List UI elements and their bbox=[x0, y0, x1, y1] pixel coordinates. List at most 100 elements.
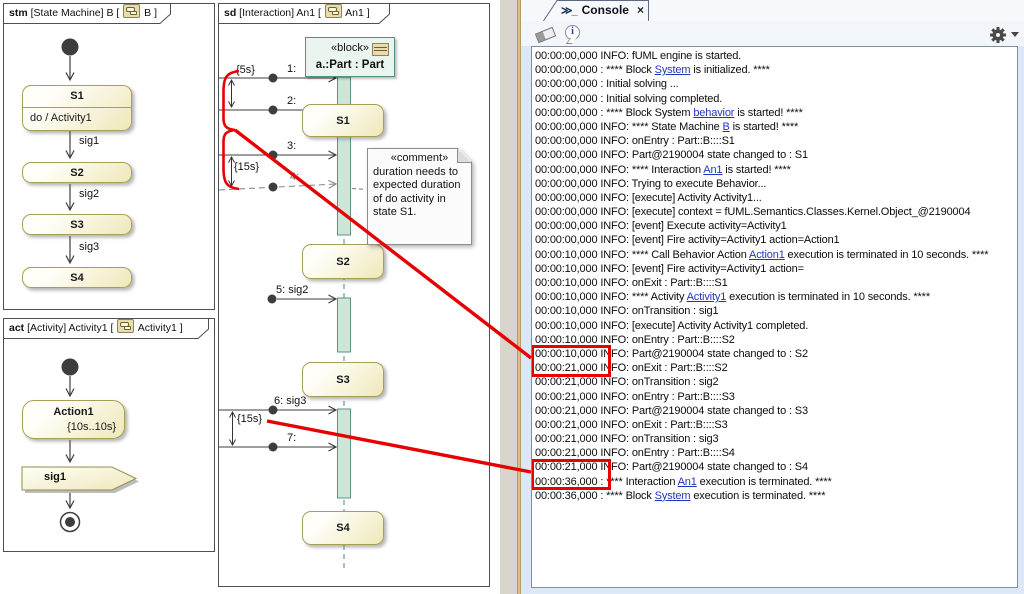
send-signal-action[interactable] bbox=[22, 467, 136, 490]
activation-bar[interactable] bbox=[338, 298, 351, 352]
call-behavior-action1[interactable]: Action1 {10s..10s} bbox=[22, 400, 125, 439]
transition-label-sig1[interactable]: sig1 bbox=[79, 135, 99, 147]
gear-dropdown-caret[interactable] bbox=[1011, 32, 1019, 37]
transition-label-sig3[interactable]: sig3 bbox=[79, 241, 99, 253]
state-invariant-s1[interactable]: S1 bbox=[302, 104, 384, 137]
console-line: 00:00:10,000 INFO: [event] Fire activity… bbox=[535, 262, 1017, 276]
comment-note[interactable]: «comment» duration needs to expected dur… bbox=[367, 148, 472, 245]
log-text: INFO: Part@2190004 state changed to : S1 bbox=[597, 149, 807, 161]
message-label-6[interactable]: 6: sig3 bbox=[274, 395, 306, 407]
lifeline-head[interactable]: «block» a.:Part : Part bbox=[305, 37, 395, 77]
frame-title-suffix: B ] bbox=[141, 7, 157, 19]
close-icon[interactable]: × bbox=[637, 3, 644, 17]
console-line: 00:00:00,000 INFO: fUML engine is starte… bbox=[535, 49, 1017, 63]
log-text: INFO: onEntry : Part::B::::S2 bbox=[597, 334, 734, 346]
state-invariant-s4[interactable]: S4 bbox=[302, 511, 384, 545]
console-toolbar: i bbox=[521, 21, 1024, 46]
gear-icon[interactable] bbox=[989, 26, 1007, 44]
log-timestamp: 00:00:21,000 bbox=[535, 405, 597, 417]
log-text: : Initial solving ... bbox=[597, 78, 678, 90]
console-link[interactable]: Action1 bbox=[749, 249, 785, 261]
state-s2[interactable]: S2 bbox=[22, 162, 132, 183]
frame-title: [State Machine] B [ bbox=[28, 7, 123, 19]
console-link[interactable]: An1 bbox=[703, 164, 722, 176]
duration-constraint-5s[interactable]: {5s} bbox=[236, 64, 255, 76]
log-timestamp: 00:00:00,000 bbox=[535, 220, 597, 232]
log-timestamp: 00:00:00,000 bbox=[535, 78, 597, 90]
frame-title-suffix: An1 ] bbox=[343, 7, 370, 19]
duration-constraint-15s-lower[interactable]: {15s} bbox=[237, 413, 262, 425]
message-label-3[interactable]: 3: bbox=[287, 140, 296, 152]
transition-label-sig2[interactable]: sig2 bbox=[79, 188, 99, 200]
console-line: 00:00:00,000 INFO: [event] Fire activity… bbox=[535, 233, 1017, 247]
log-text: INFO: [execute] context = fUML.Semantics… bbox=[597, 206, 970, 218]
log-timestamp: 00:00:36,000 bbox=[535, 490, 597, 502]
message-label-5[interactable]: 5: sig2 bbox=[276, 284, 308, 296]
console-line: 00:00:21,000 INFO: onTransition : sig2 bbox=[535, 375, 1017, 389]
log-text: is started! **** bbox=[734, 107, 802, 119]
activation-bar[interactable] bbox=[338, 77, 351, 235]
log-text: INFO: onTransition : sig2 bbox=[597, 376, 718, 388]
state-invariant-s2[interactable]: S2 bbox=[302, 244, 384, 279]
console-log[interactable]: 00:00:00,000 INFO: fUML engine is starte… bbox=[531, 46, 1018, 588]
console-line: 00:00:00,000 INFO: [event] Execute activ… bbox=[535, 219, 1017, 233]
log-text: execution is terminated. **** bbox=[697, 476, 832, 488]
sd-frame-header[interactable]: sd [Interaction] An1 [ An1 ] bbox=[218, 3, 390, 24]
log-text: INFO: **** Call Behavior Action bbox=[597, 249, 749, 261]
console-line: 00:00:00,000 INFO: **** State Machine B … bbox=[535, 120, 1017, 134]
console-link[interactable]: behavior bbox=[693, 107, 734, 119]
log-text: INFO: **** Interaction bbox=[597, 164, 703, 176]
message-label-2[interactable]: 2: bbox=[287, 95, 296, 107]
log-timestamp: 00:00:10,000 bbox=[535, 334, 597, 346]
state-name: S2 bbox=[336, 256, 349, 268]
log-text: INFO: Trying to execute Behavior... bbox=[597, 178, 766, 190]
tab-label: Console bbox=[582, 3, 629, 17]
console-line: 00:00:00,000 INFO: Trying to execute Beh… bbox=[535, 177, 1017, 191]
frame-title-suffix: Activity1 ] bbox=[135, 322, 182, 334]
log-timestamp: 00:00:00,000 bbox=[535, 149, 597, 161]
console-line: 00:00:00,000 : **** Block System is init… bbox=[535, 63, 1017, 77]
duration-constraint-15s-upper[interactable]: {15s} bbox=[234, 161, 259, 173]
console-link[interactable]: System bbox=[655, 64, 691, 76]
state-name: S2 bbox=[70, 167, 83, 179]
message-dot bbox=[269, 151, 278, 160]
stm-frame-header[interactable]: stm [State Machine] B [ B ] bbox=[3, 3, 171, 24]
initial-node[interactable] bbox=[62, 359, 79, 376]
console-link[interactable]: System bbox=[655, 490, 691, 502]
console-line: 00:00:21,000 INFO: Part@2190004 state ch… bbox=[535, 404, 1017, 418]
state-do-activity: do / Activity1 bbox=[23, 108, 131, 129]
log-timestamp: 00:00:00,000 bbox=[535, 234, 597, 246]
log-text: INFO: Part@2190004 state changed to : S4 bbox=[597, 461, 807, 473]
console-link[interactable]: B bbox=[723, 121, 730, 133]
state-invariant-s3[interactable]: S3 bbox=[302, 362, 384, 397]
message-label-7[interactable]: 7: bbox=[287, 432, 296, 444]
message-label-1[interactable]: 1: bbox=[287, 63, 296, 75]
log-timestamp: 00:00:21,000 bbox=[535, 376, 597, 388]
console-tab-band: ≫_Console× bbox=[521, 0, 1024, 22]
timestamp-highlight-box bbox=[531, 459, 611, 490]
log-timestamp: 00:00:00,000 bbox=[535, 206, 597, 218]
state-name: S4 bbox=[336, 522, 349, 534]
console-line: 00:00:00,000 : **** Block System behavio… bbox=[535, 106, 1017, 120]
send-signal-label[interactable]: sig1 bbox=[44, 471, 66, 483]
state-s1[interactable]: S1 do / Activity1 bbox=[22, 85, 132, 131]
log-text: INFO: onEntry : Part::B::::S3 bbox=[597, 391, 734, 403]
clear-console-button[interactable] bbox=[535, 27, 556, 43]
timestamp-highlight-box bbox=[531, 345, 611, 376]
activation-bar[interactable] bbox=[338, 409, 351, 498]
log-text: : Initial solving completed. bbox=[597, 93, 722, 105]
initial-node[interactable] bbox=[62, 39, 79, 56]
message-label-4[interactable]: 4: bbox=[290, 171, 299, 183]
tab-console[interactable]: ≫_Console× bbox=[543, 0, 649, 21]
log-timestamp: 00:00:10,000 bbox=[535, 263, 597, 275]
console-line: 00:00:00,000 INFO: Part@2190004 state ch… bbox=[535, 148, 1017, 162]
console-link[interactable]: An1 bbox=[678, 476, 697, 488]
console-link[interactable]: Activity1 bbox=[687, 291, 727, 303]
console-line: 00:00:00,000 INFO: [execute] Activity Ac… bbox=[535, 191, 1017, 205]
act-frame-header[interactable]: act [Activity] Activity1 [ Activity1 ] bbox=[3, 318, 209, 339]
log-text: INFO: fUML engine is started. bbox=[597, 50, 741, 62]
state-s4[interactable]: S4 bbox=[22, 267, 132, 288]
log-timestamp: 00:00:10,000 bbox=[535, 305, 597, 317]
state-s3[interactable]: S3 bbox=[22, 214, 132, 235]
log-text: execution is terminated in 10 seconds. *… bbox=[785, 249, 989, 261]
